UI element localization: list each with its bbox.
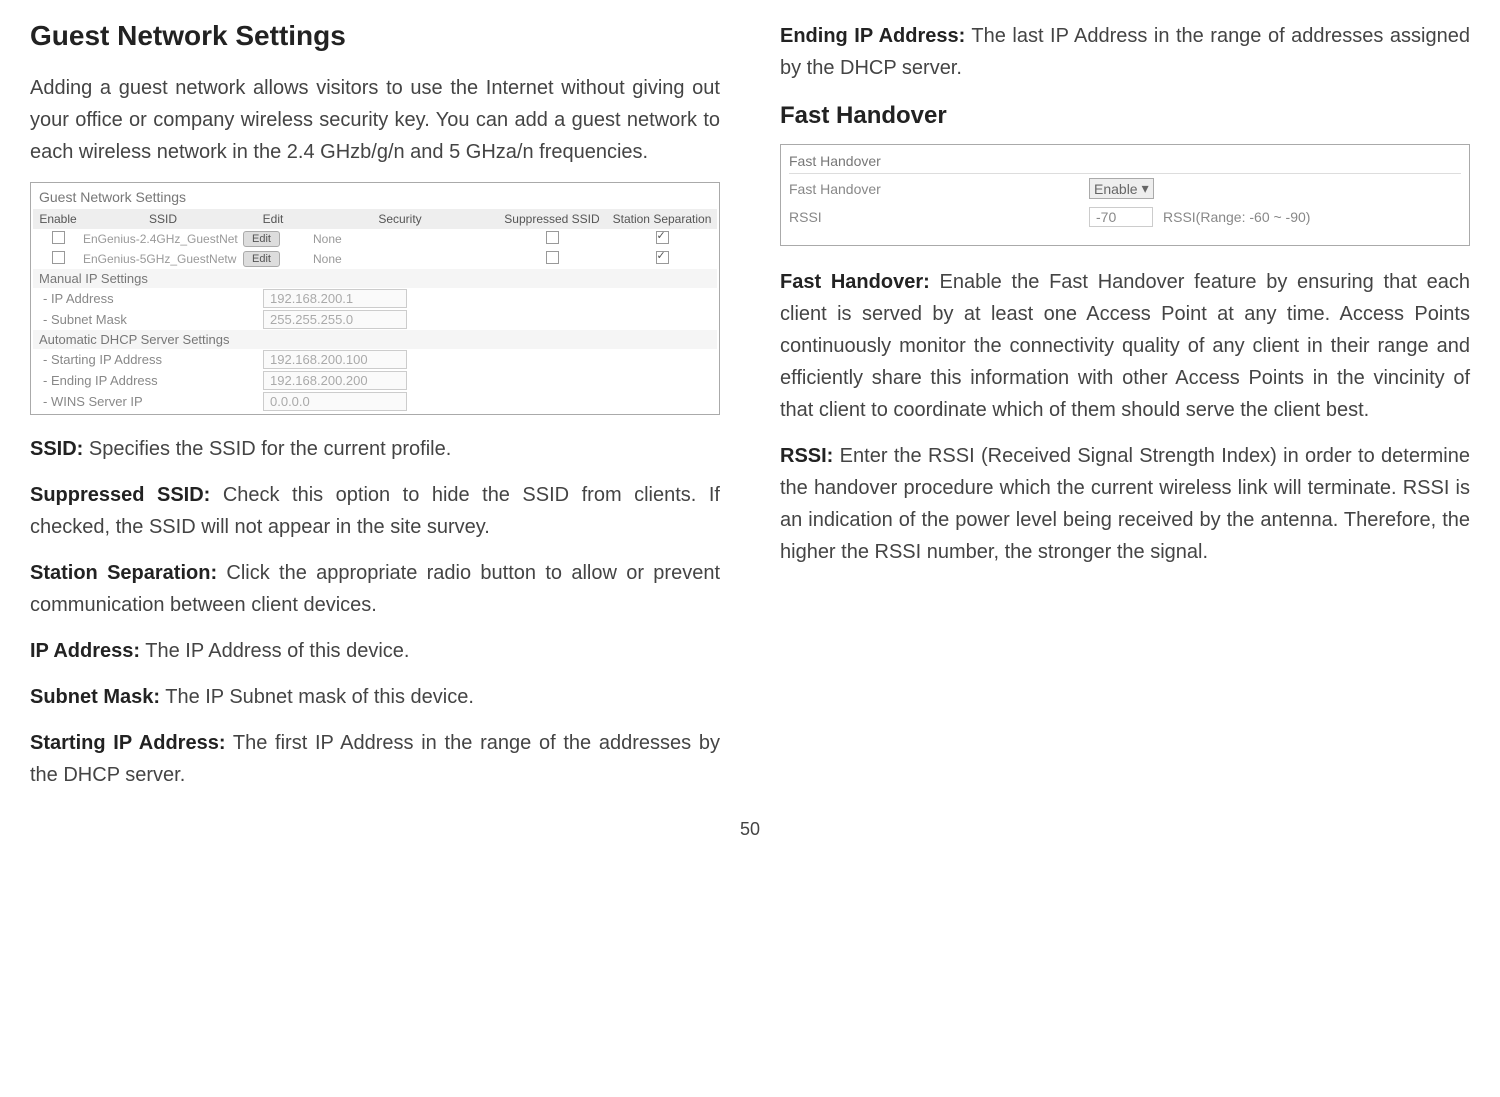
ipaddr-paragraph: IP Address: The IP Address of this devic… bbox=[30, 635, 720, 667]
fh-rssi-hint: RSSI(Range: -60 ~ -90) bbox=[1163, 209, 1310, 225]
suppressed-checkbox[interactable] bbox=[546, 231, 559, 244]
col-station: Station Separation bbox=[607, 212, 717, 226]
ssid-paragraph: SSID: Specifies the SSID for the current… bbox=[30, 433, 720, 465]
fh-desc: Enable the Fast Handover feature by ensu… bbox=[780, 271, 1470, 421]
wins-input[interactable]: 0.0.0.0 bbox=[263, 392, 407, 411]
startip-paragraph: Starting IP Address: The first IP Addres… bbox=[30, 727, 720, 791]
fh-enable-select[interactable]: Enable ▾ bbox=[1089, 178, 1154, 199]
edit-button[interactable]: Edit bbox=[243, 231, 280, 247]
station-checkbox[interactable] bbox=[656, 231, 669, 244]
start-ip-input[interactable]: 192.168.200.100 bbox=[263, 350, 407, 369]
end-ip-input[interactable]: 192.168.200.200 bbox=[263, 371, 407, 390]
suppressed-paragraph: Suppressed SSID: Check this option to hi… bbox=[30, 479, 720, 543]
fh-term: Fast Handover: bbox=[780, 271, 930, 293]
station-checkbox[interactable] bbox=[656, 251, 669, 264]
subnet-label: - Subnet Mask bbox=[33, 312, 263, 327]
rssi-desc: Enter the RSSI (Received Signal Strength… bbox=[780, 445, 1470, 563]
suppressed-term: Suppressed SSID: bbox=[30, 484, 210, 506]
section-title-fasthandover: Fast Handover bbox=[780, 102, 1470, 130]
wins-row: - WINS Server IP 0.0.0.0 bbox=[33, 391, 717, 412]
enable-checkbox[interactable] bbox=[52, 231, 65, 244]
col-ssid: SSID bbox=[83, 212, 243, 226]
guest-network-table: Guest Network Settings Enable SSID Edit … bbox=[30, 182, 720, 415]
subnet-paragraph: Subnet Mask: The IP Subnet mask of this … bbox=[30, 681, 720, 713]
wins-label: - WINS Server IP bbox=[33, 394, 263, 409]
subnet-input[interactable]: 255.255.255.0 bbox=[263, 310, 407, 329]
ssid-cell: EnGenius-2.4GHz_GuestNet bbox=[83, 232, 243, 246]
table-header-row: Enable SSID Edit Security Suppressed SSI… bbox=[33, 209, 717, 229]
table-row: EnGenius-2.4GHz_GuestNet Edit None bbox=[33, 229, 717, 249]
col-security: Security bbox=[303, 212, 497, 226]
fh-table-title: Fast Handover bbox=[789, 149, 1461, 174]
fh-rssi-input[interactable]: -70 bbox=[1089, 207, 1153, 227]
fh-paragraph: Fast Handover: Enable the Fast Handover … bbox=[780, 266, 1470, 426]
intro-text: Adding a guest network allows visitors t… bbox=[30, 72, 720, 168]
start-ip-label: - Starting IP Address bbox=[33, 352, 263, 367]
ip-address-input[interactable]: 192.168.200.1 bbox=[263, 289, 407, 308]
ipaddr-term: IP Address: bbox=[30, 640, 140, 662]
station-paragraph: Station Separation: Click the appropriat… bbox=[30, 557, 720, 621]
fh-enable-label: Fast Handover bbox=[789, 181, 1089, 197]
ip-address-label: - IP Address bbox=[33, 291, 263, 306]
ssid-desc: Specifies the SSID for the current profi… bbox=[83, 438, 451, 460]
station-term: Station Separation: bbox=[30, 562, 217, 584]
fh-rssi-label: RSSI bbox=[789, 209, 1089, 225]
security-cell: None bbox=[303, 252, 497, 266]
suppressed-checkbox[interactable] bbox=[546, 251, 559, 264]
security-cell: None bbox=[303, 232, 497, 246]
subnet-term: Subnet Mask: bbox=[30, 686, 160, 708]
subnet-row: - Subnet Mask 255.255.255.0 bbox=[33, 309, 717, 330]
section-title-guest: Guest Network Settings bbox=[30, 20, 720, 52]
rssi-paragraph: RSSI: Enter the RSSI (Received Signal St… bbox=[780, 440, 1470, 568]
ipaddr-desc: The IP Address of this device. bbox=[140, 640, 409, 662]
table-row: EnGenius-5GHz_GuestNetw Edit None bbox=[33, 249, 717, 269]
subnet-desc: The IP Subnet mask of this device. bbox=[160, 686, 474, 708]
col-suppressed: Suppressed SSID bbox=[497, 212, 607, 226]
fast-handover-table: Fast Handover Fast Handover Enable ▾ RSS… bbox=[780, 144, 1470, 246]
end-ip-label: - Ending IP Address bbox=[33, 373, 263, 388]
ip-address-row: - IP Address 192.168.200.1 bbox=[33, 288, 717, 309]
rssi-term: RSSI: bbox=[780, 445, 833, 467]
endip-term: Ending IP Address: bbox=[780, 25, 965, 47]
enable-checkbox[interactable] bbox=[52, 251, 65, 264]
col-edit: Edit bbox=[243, 212, 303, 226]
chevron-down-icon: ▾ bbox=[1142, 180, 1149, 197]
manual-ip-label: Manual IP Settings bbox=[33, 269, 717, 288]
page-number: 50 bbox=[30, 819, 1470, 840]
end-ip-row: - Ending IP Address 192.168.200.200 bbox=[33, 370, 717, 391]
dhcp-label: Automatic DHCP Server Settings bbox=[33, 330, 717, 349]
fh-enable-value: Enable bbox=[1094, 181, 1138, 197]
col-enable: Enable bbox=[33, 212, 83, 226]
start-ip-row: - Starting IP Address 192.168.200.100 bbox=[33, 349, 717, 370]
edit-button[interactable]: Edit bbox=[243, 251, 280, 267]
ssid-cell: EnGenius-5GHz_GuestNetw bbox=[83, 252, 243, 266]
startip-term: Starting IP Address: bbox=[30, 732, 226, 754]
endip-paragraph: Ending IP Address: The last IP Address i… bbox=[780, 20, 1470, 84]
fh-rssi-row: RSSI -70 RSSI(Range: -60 ~ -90) bbox=[789, 203, 1461, 231]
table-title: Guest Network Settings bbox=[33, 185, 717, 209]
fh-enable-row: Fast Handover Enable ▾ bbox=[789, 174, 1461, 203]
ssid-term: SSID: bbox=[30, 438, 83, 460]
